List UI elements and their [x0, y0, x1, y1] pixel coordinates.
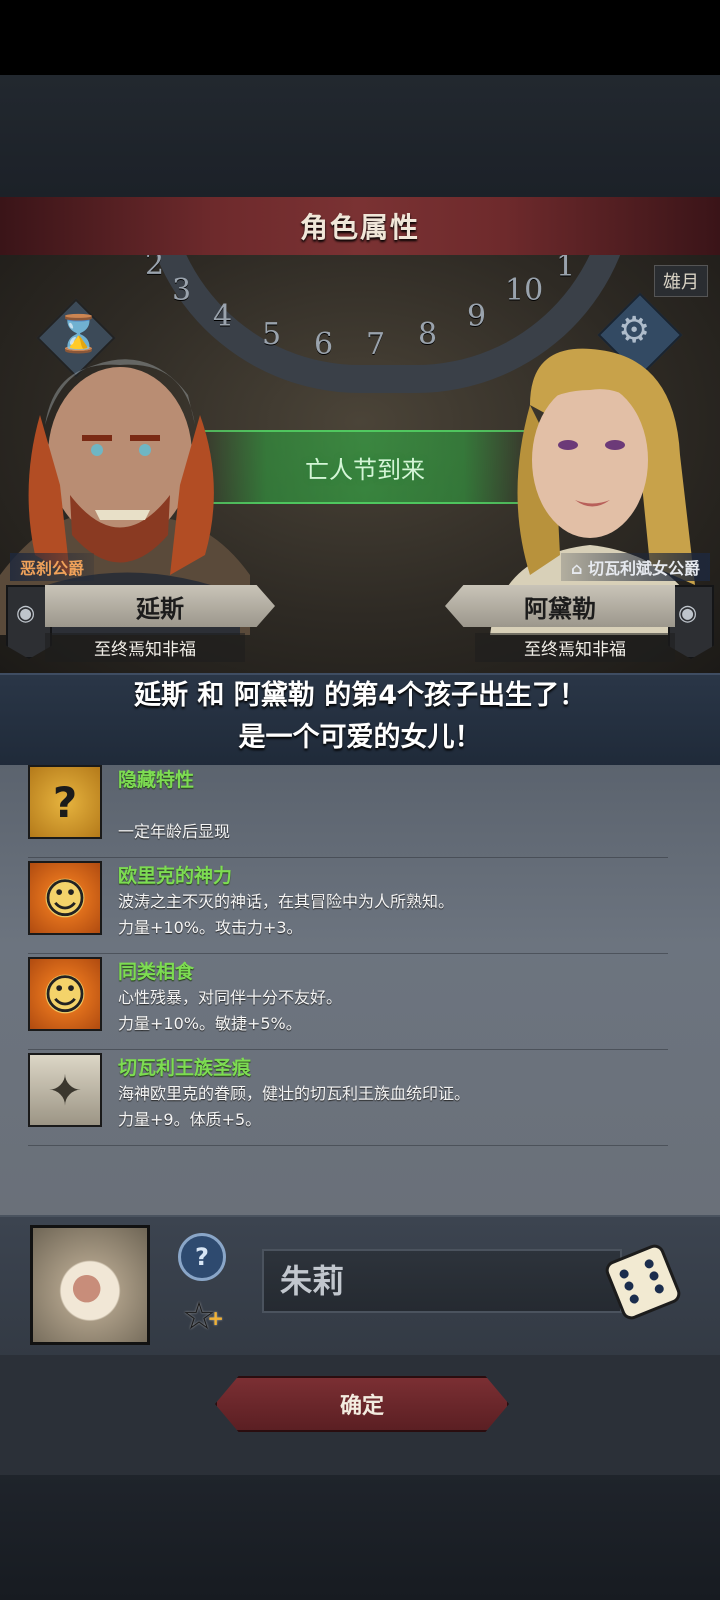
question-mark-icon: ? [28, 765, 102, 839]
trait-name: 欧里克的神力 [118, 865, 233, 887]
character-attributes-panel: 角色属性 2 3 4 5 6 7 8 9 10 1 雄月 ⌛ ⚙ 亡人节到来 恶… [0, 197, 720, 1475]
mother-motto: 至终焉知非福 [475, 633, 675, 662]
trait-name: 隐藏特性 [118, 769, 195, 791]
announcement-line-2: 是一个可爱的女儿！ [238, 722, 482, 753]
event-text: 亡人节到来 [305, 455, 425, 484]
child-avatar[interactable]: ● [30, 1225, 150, 1345]
ring-number: 4 [213, 299, 233, 334]
mother-name[interactable]: 阿黛勒 [445, 585, 675, 627]
father-motto: 至终焉知非福 [45, 633, 245, 662]
ring-number: 9 [467, 299, 487, 334]
announcement-line-1: 延斯 和 阿黛勒 的第4个孩子出生了！ [134, 680, 586, 711]
trait-list[interactable]: ? 隐藏特性 一定年龄后显现 ☺ 欧里克的神力 波涛之主不灭的神话，在其冒险中为… [0, 765, 720, 1215]
ring-number: 10 [505, 273, 544, 308]
ring-number: 1 [556, 255, 576, 284]
ring-number: 6 [314, 327, 334, 362]
month-label: 雄月 [654, 265, 708, 297]
birth-scene: 2 3 4 5 6 7 8 9 10 1 雄月 ⌛ ⚙ 亡人节到来 恶刹公爵 ⌂… [0, 255, 720, 673]
trait-item[interactable]: ? 隐藏特性 一定年龄后显现 [28, 765, 668, 858]
help-button[interactable]: ? [178, 1233, 226, 1281]
smiley-sun-icon: ☺ [28, 957, 102, 1031]
castle-icon: ⌂ [570, 559, 588, 578]
backdrop-bottom [0, 1475, 720, 1600]
ring-number: 5 [262, 317, 282, 352]
trait-desc: 海神欧里克的眷顾，健壮的切瓦利王族血统印证。 力量+9。体质+5。 [118, 1084, 471, 1129]
trait-desc: 波涛之主不灭的神话，在其冒险中为人所熟知。 力量+10%。攻击力+3。 [118, 892, 455, 937]
eye-sigil-icon: ◉ [678, 601, 698, 626]
child-name-field[interactable]: 朱莉 [262, 1249, 622, 1313]
add-favorite-button[interactable]: ☆ + [178, 1295, 224, 1337]
trait-item[interactable]: ✦ 切瓦利王族圣痕 海神欧里克的眷顾，健壮的切瓦利王族血统印证。 力量+9。体质… [28, 1053, 668, 1146]
trait-item[interactable]: ☺ 欧里克的神力 波涛之主不灭的神话，在其冒险中为人所熟知。 力量+10%。攻击… [28, 861, 668, 954]
mother-faction-label: 切瓦利斌女公爵 [587, 559, 700, 578]
father-name[interactable]: 延斯 [45, 585, 275, 627]
ring-number: 3 [172, 273, 192, 308]
baby-face-icon: ● [71, 1266, 103, 1307]
backdrop-top [0, 75, 720, 197]
trait-desc: 一定年龄后显现 [118, 822, 231, 841]
mother-faction: ⌂ 切瓦利斌女公爵 [560, 553, 710, 581]
trait-desc: 心性残暴，对同伴十分不友好。 力量+10%。敏捷+5%。 [118, 988, 343, 1033]
ring-number: 2 [145, 255, 165, 282]
title-banner: 角色属性 [0, 197, 720, 257]
ring-number: 8 [418, 317, 438, 352]
smiley-sun-icon: ☺ [28, 861, 102, 935]
ring-number: 7 [366, 327, 386, 362]
royal-mark-icon: ✦ [28, 1053, 102, 1127]
page-title: 角色属性 [299, 211, 420, 244]
confirm-button[interactable]: 确定 [215, 1376, 509, 1432]
child-section: ● ? ☆ + 朱莉 [0, 1215, 720, 1359]
plus-icon: + [207, 1306, 224, 1330]
birth-announcement: 延斯 和 阿黛勒 的第4个孩子出生了！ 是一个可爱的女儿！ [0, 673, 720, 769]
trait-name: 同类相食 [118, 961, 195, 983]
trait-item[interactable]: ☺ 同类相食 心性残暴，对同伴十分不友好。 力量+10%。敏捷+5%。 [28, 957, 668, 1050]
trait-name: 切瓦利王族圣痕 [118, 1057, 252, 1079]
father-faction: 恶刹公爵 [10, 553, 95, 581]
footer: 确定 [0, 1355, 720, 1475]
eye-sigil-icon: ◉ [16, 601, 36, 626]
status-bar [0, 0, 720, 75]
